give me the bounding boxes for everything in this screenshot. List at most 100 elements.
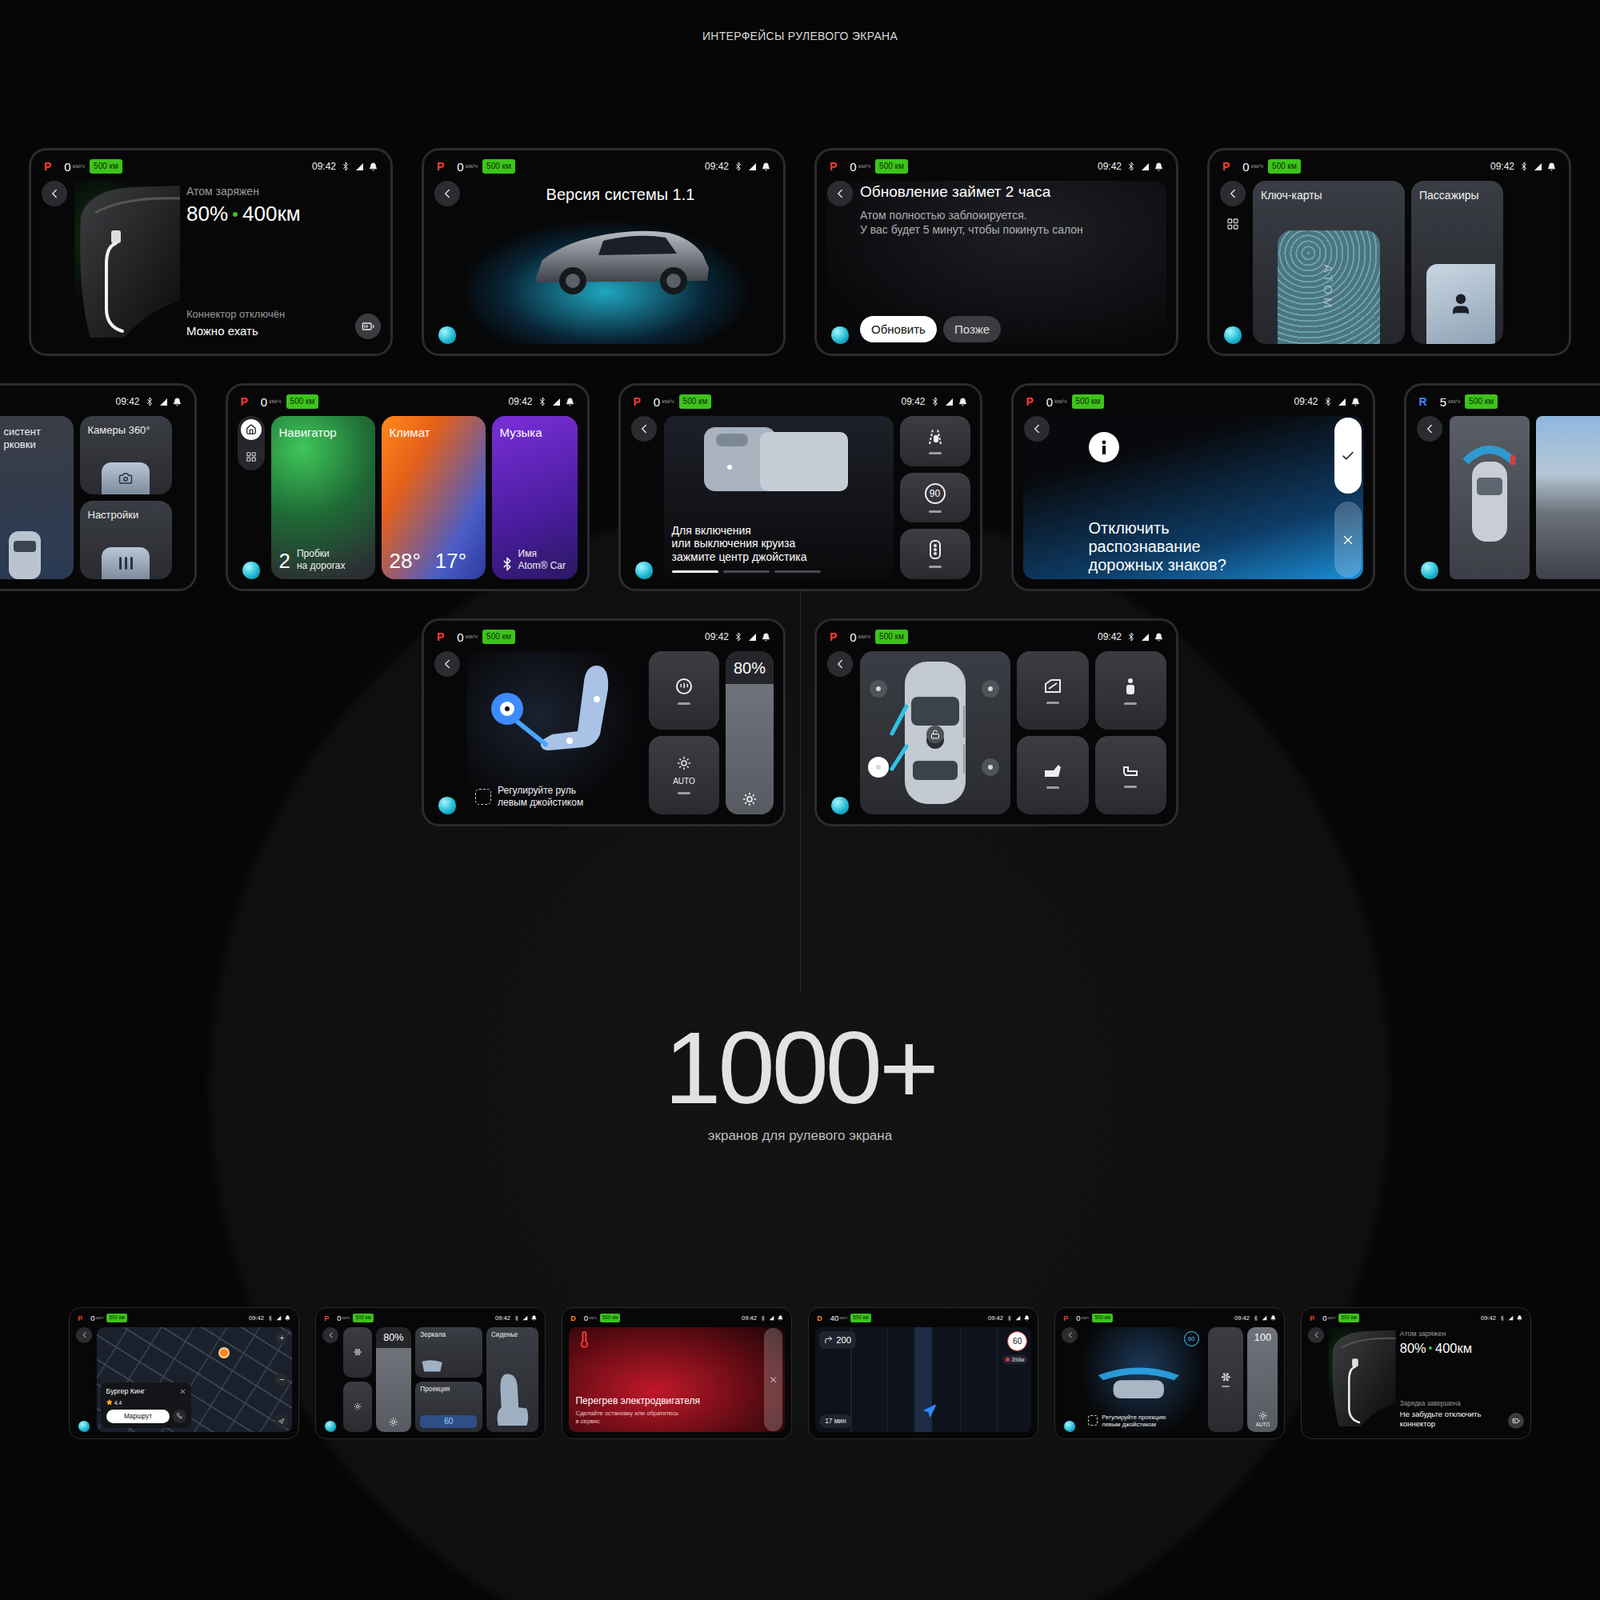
assistant-button[interactable] xyxy=(831,326,849,344)
dismiss-button[interactable] xyxy=(764,1328,783,1431)
chevron-left-icon xyxy=(832,186,848,201)
parking-assistant-tile[interactable]: систентрковки xyxy=(0,416,74,580)
speed: 0 xyxy=(456,160,464,174)
key-cards-card[interactable]: Ключ-картыATOM xyxy=(1252,180,1405,344)
page-indicator[interactable] xyxy=(723,570,770,573)
back-button[interactable] xyxy=(827,651,853,677)
back-button[interactable] xyxy=(1308,1327,1324,1344)
seat-tile[interactable]: Сиденье xyxy=(486,1327,540,1432)
confirm-button[interactable] xyxy=(1334,417,1362,494)
music-card[interactable]: МузыкаИмяAtom® Car xyxy=(492,416,578,580)
back-button[interactable] xyxy=(1024,416,1050,442)
settings-tile[interactable]: Настройки xyxy=(80,500,172,580)
later-button[interactable]: Позже xyxy=(943,316,1001,343)
assistant-button[interactable] xyxy=(438,326,456,344)
call-button[interactable] xyxy=(172,1409,186,1423)
battery-button[interactable] xyxy=(355,313,381,340)
back-button[interactable] xyxy=(631,416,657,442)
zoom-out-button[interactable] xyxy=(275,1372,288,1386)
back-button[interactable] xyxy=(1061,1327,1078,1344)
child-lock-tile[interactable] xyxy=(1095,651,1168,730)
battery-icon xyxy=(1512,1416,1520,1425)
zoom-in-button[interactable] xyxy=(275,1331,288,1344)
assistant-button[interactable] xyxy=(438,796,456,815)
grid-icon[interactable] xyxy=(1226,217,1240,231)
traffic-caption: на дорогах xyxy=(296,560,345,572)
heated-wheel-tile[interactable] xyxy=(648,651,720,730)
passengers-card[interactable]: Пассажиры xyxy=(1411,180,1504,344)
assistant-button[interactable] xyxy=(1064,1420,1076,1432)
projection-mode-tile[interactable] xyxy=(1208,1327,1244,1432)
traffic-light-tile[interactable] xyxy=(900,528,971,580)
apps-tab[interactable] xyxy=(240,446,262,468)
speaker[interactable] xyxy=(981,680,1000,698)
trunk-tile[interactable] xyxy=(1016,736,1089,815)
brightness-slider[interactable]: 80% xyxy=(376,1327,412,1432)
lane-assist-tile[interactable] xyxy=(900,416,971,467)
speaker[interactable] xyxy=(868,756,889,778)
cancel-button[interactable] xyxy=(1334,501,1362,578)
back-button[interactable] xyxy=(1416,416,1443,442)
clock: 09:42 xyxy=(988,1314,1004,1322)
page-indicator[interactable] xyxy=(672,570,719,573)
brightness-slider[interactable]: 80% xyxy=(725,651,774,815)
projection-tile[interactable]: Проекция60 xyxy=(415,1381,482,1432)
charge-screen: P0км/ч500 км09:42Атом заряжен80%400кмКон… xyxy=(28,148,393,356)
locate-button[interactable] xyxy=(275,1414,288,1428)
assistant-button[interactable] xyxy=(1224,326,1242,344)
unlock-button[interactable] xyxy=(926,725,944,744)
back-button[interactable] xyxy=(322,1327,339,1344)
navigator-card[interactable]: Навигатор2Пробкина дорогах xyxy=(271,416,376,580)
card-title: Навигатор xyxy=(279,425,369,440)
door[interactable] xyxy=(963,744,965,773)
seat-tile[interactable] xyxy=(1095,736,1168,815)
brightness-slider[interactable]: 100AUTO xyxy=(1247,1327,1278,1432)
sun-tile[interactable] xyxy=(343,1381,372,1432)
door[interactable] xyxy=(892,706,907,734)
bluetooth-icon xyxy=(1519,161,1529,172)
assistant-button[interactable] xyxy=(324,1420,336,1432)
trunk-icon xyxy=(1042,762,1064,780)
auto-brightness-tile[interactable]: AUTO xyxy=(648,736,720,815)
back-button[interactable] xyxy=(827,180,853,207)
map-pin[interactable] xyxy=(218,1347,230,1359)
assistant-button[interactable] xyxy=(635,561,653,580)
speaker[interactable] xyxy=(869,680,888,698)
back-button[interactable] xyxy=(434,651,460,677)
signal-icon xyxy=(276,1315,282,1321)
quick-screen: P0км/ч500 км09:4280%ЗеркалаПроекция60Сид… xyxy=(315,1307,546,1440)
speed-limit-sign: 90 xyxy=(924,483,946,504)
bluetooth-icon xyxy=(144,396,155,407)
assistant-button[interactable] xyxy=(1420,561,1439,580)
joystick-icon xyxy=(1088,1415,1099,1426)
route-button[interactable]: Маршрут xyxy=(106,1409,171,1424)
page-indicator[interactable] xyxy=(774,570,821,573)
door[interactable] xyxy=(892,746,907,769)
child-lock-icon xyxy=(1121,676,1140,696)
car-rear-illustration xyxy=(1328,1327,1396,1429)
climate-card[interactable]: Климат28°17° xyxy=(381,416,486,580)
alert-text: в сервис xyxy=(575,1417,752,1425)
home-tab[interactable] xyxy=(240,419,262,440)
speaker[interactable] xyxy=(981,758,1000,776)
window-tile[interactable] xyxy=(1016,651,1089,730)
back-button[interactable] xyxy=(76,1327,92,1344)
back-button[interactable] xyxy=(1220,180,1246,207)
battery-button[interactable] xyxy=(1508,1412,1524,1429)
place-rating: 4.4 xyxy=(114,1400,123,1406)
close-icon[interactable] xyxy=(179,1388,187,1396)
mirrors-tile[interactable]: Зеркала xyxy=(415,1327,482,1378)
range-badge: 500 км xyxy=(482,629,516,644)
assistant-button[interactable] xyxy=(78,1420,90,1432)
speed-limit-tile[interactable]: 90 xyxy=(900,472,971,524)
update-button[interactable]: Обновить xyxy=(860,316,937,343)
star-icon xyxy=(106,1399,113,1406)
assistant-button[interactable] xyxy=(831,796,849,815)
back-button[interactable] xyxy=(41,180,68,207)
cameras-tile[interactable]: Камеры 360° xyxy=(80,416,172,495)
heated-wheel-tile[interactable] xyxy=(343,1327,372,1378)
door[interactable] xyxy=(963,706,965,737)
back-button[interactable] xyxy=(434,180,460,207)
assistant-button[interactable] xyxy=(242,561,260,580)
speed-unit: км/ч xyxy=(858,632,871,640)
